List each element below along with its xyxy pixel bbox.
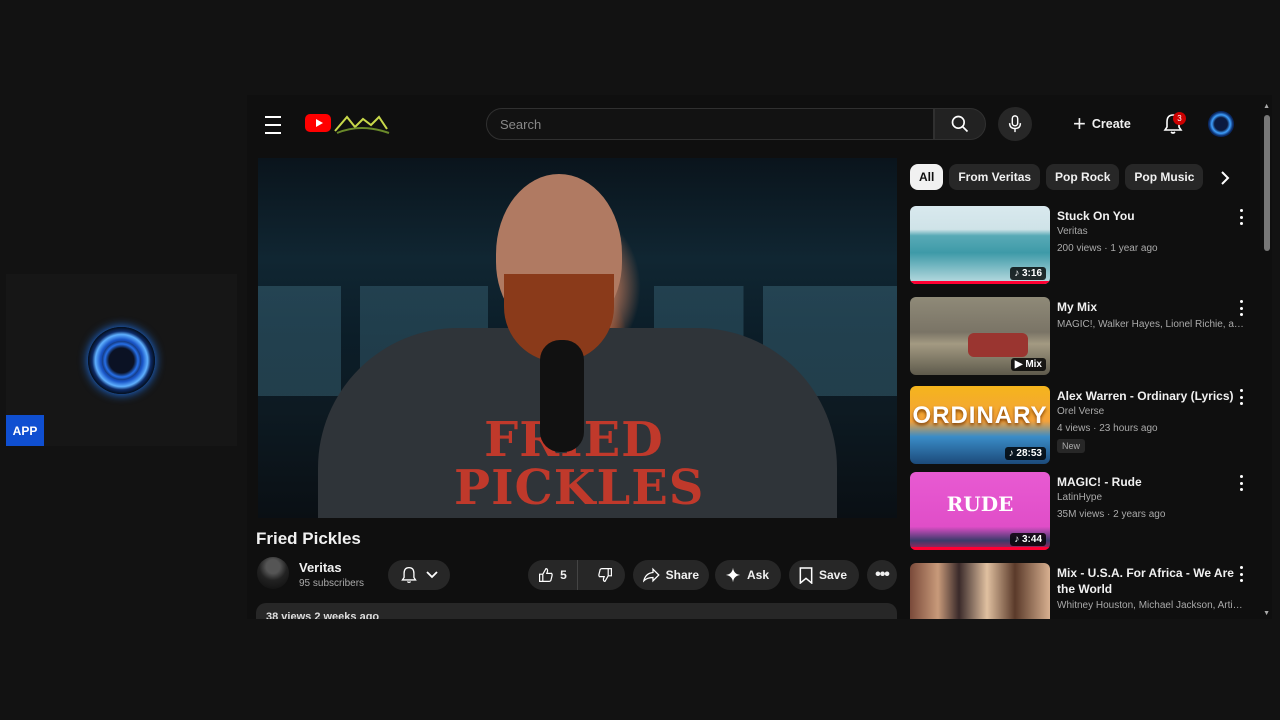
scrollbar-thumb[interactable] [1264,115,1270,251]
video-thumbnail[interactable]: ORDINARY ♪ 28:53 [910,386,1050,464]
voice-search-button[interactable] [998,107,1032,141]
ask-label: Ask [747,568,770,582]
youtube-logo-icon[interactable] [305,114,331,132]
dislike-button[interactable] [584,567,625,583]
chip-pop-rock[interactable]: Pop Rock [1046,164,1120,190]
channel-name[interactable]: LatinHype [1057,492,1247,503]
save-button[interactable]: Save [789,560,859,590]
share-button[interactable]: Share [633,560,709,590]
video-title[interactable]: Stuck On You [1057,208,1235,224]
video-title[interactable]: Mix - U.S.A. For Africa - We Are the Wor… [1057,565,1235,597]
youtube-doodle-logo[interactable] [333,111,391,135]
thumbnail-text: RUDE [946,492,1014,516]
subscribed-notifications-button[interactable] [388,560,450,590]
duration-badge: ♪ 3:16 [1010,267,1046,280]
scroll-down-arrow[interactable]: ▼ [1263,610,1270,617]
description-box[interactable]: 38 views 2 weeks ago [256,603,897,619]
save-label: Save [819,568,848,582]
video-title[interactable]: Alex Warren - Ordinary (Lyrics) [1057,388,1235,404]
plus-icon: + [1073,111,1086,136]
video-meta: 35M views · 2 years ago [1057,509,1166,520]
search-icon [951,115,969,133]
duration-badge: ♪ 28:53 [1004,447,1046,460]
more-vertical-icon[interactable] [1236,300,1246,316]
related-video-item[interactable]: RUDE ♪ 3:44 MAGIC! - Rude LatinHype 35M … [910,472,1258,552]
microphone-icon [1008,115,1022,133]
app-button[interactable]: APP [6,415,44,446]
more-vertical-icon[interactable] [1236,566,1246,582]
video-meta: 200 views · 1 year ago [1057,243,1158,254]
app-logo-icon[interactable] [88,327,155,394]
video-thumbnail[interactable]: RUDE ♪ 3:44 [910,472,1050,550]
create-label: Create [1091,117,1131,131]
channel-name[interactable]: Orel Verse [1057,406,1247,417]
channel-name[interactable]: Veritas [1057,226,1247,237]
sparkle-icon [725,567,741,583]
studio-microphone [540,340,584,452]
like-count: 5 [560,568,567,582]
thumbnail-text: ORDINARY [912,402,1048,429]
search-input[interactable]: Search [486,108,934,140]
related-video-item[interactable]: ♪ 3:16 Stuck On You Veritas 200 views · … [910,206,1258,286]
watch-progress-bar [910,281,1050,284]
video-meta: 4 views · 23 hours ago [1057,423,1158,434]
chip-from-veritas[interactable]: From Veritas [949,164,1041,190]
ask-button[interactable]: Ask [715,560,781,590]
more-vertical-icon[interactable] [1236,209,1246,225]
related-mix-item[interactable]: Mix - U.S.A. For Africa - We Are the Wor… [910,563,1258,619]
thumbs-down-icon [597,568,612,583]
related-mix-item[interactable]: ▶ Mix My Mix MAGIC!, Walker Hayes, Lione… [910,297,1258,377]
more-vertical-icon[interactable] [1236,389,1246,405]
video-thumbnail[interactable]: ♪ 3:16 [910,206,1050,284]
scroll-up-arrow[interactable]: ▲ [1263,103,1270,110]
related-filter-chips: All From Veritas Pop Rock Pop Music [910,164,1204,190]
like-dislike-group: 5 [528,560,625,590]
video-title[interactable]: MAGIC! - Rude [1057,474,1235,490]
watch-progress-bar [910,547,1050,550]
share-arrow-icon [643,567,660,583]
related-video-item[interactable]: ORDINARY ♪ 28:53 Alex Warren - Ordinary … [910,386,1258,466]
search-button[interactable] [934,108,986,140]
like-button[interactable]: 5 [528,560,578,590]
channel-avatar[interactable] [257,557,289,589]
chevron-right-icon[interactable] [1212,165,1238,191]
video-title: Fried Pickles [256,529,361,548]
share-label: Share [665,568,699,582]
bookmark-icon [799,566,813,584]
account-avatar[interactable] [1208,111,1234,137]
create-button[interactable]: + Create [1073,111,1131,137]
youtube-window: Search + Create 3 ▲ ▼ FRIED PICKLES Frie… [247,95,1272,619]
notification-count-badge: 3 [1173,112,1186,125]
bell-icon [401,566,417,584]
more-horizontal-icon: ••• [875,566,890,583]
mix-badge: ▶ Mix [1010,358,1046,371]
thumbs-up-icon [539,567,553,582]
chevron-down-icon [426,571,438,579]
channel-name[interactable]: Veritas [299,560,342,575]
mix-artists: MAGIC!, Walker Hayes, Lionel Richie, and… [1057,319,1247,330]
chip-all[interactable]: All [910,164,944,190]
more-vertical-icon[interactable] [1236,475,1246,491]
hamburger-menu-icon[interactable] [261,113,285,137]
video-player[interactable]: FRIED PICKLES [258,158,897,518]
mix-thumbnail[interactable]: ▶ Mix [910,297,1050,375]
more-actions-button[interactable]: ••• [867,560,897,590]
video-title[interactable]: My Mix [1057,299,1235,315]
subscriber-count: 95 subscribers [299,578,365,589]
duration-badge: ♪ 3:44 [1010,533,1046,546]
chip-pop-music[interactable]: Pop Music [1125,164,1204,190]
new-badge: New [1057,439,1086,453]
mix-thumbnail[interactable] [910,563,1050,619]
mix-artists: Whitney Houston, Michael Jackson, Artist… [1057,600,1247,611]
